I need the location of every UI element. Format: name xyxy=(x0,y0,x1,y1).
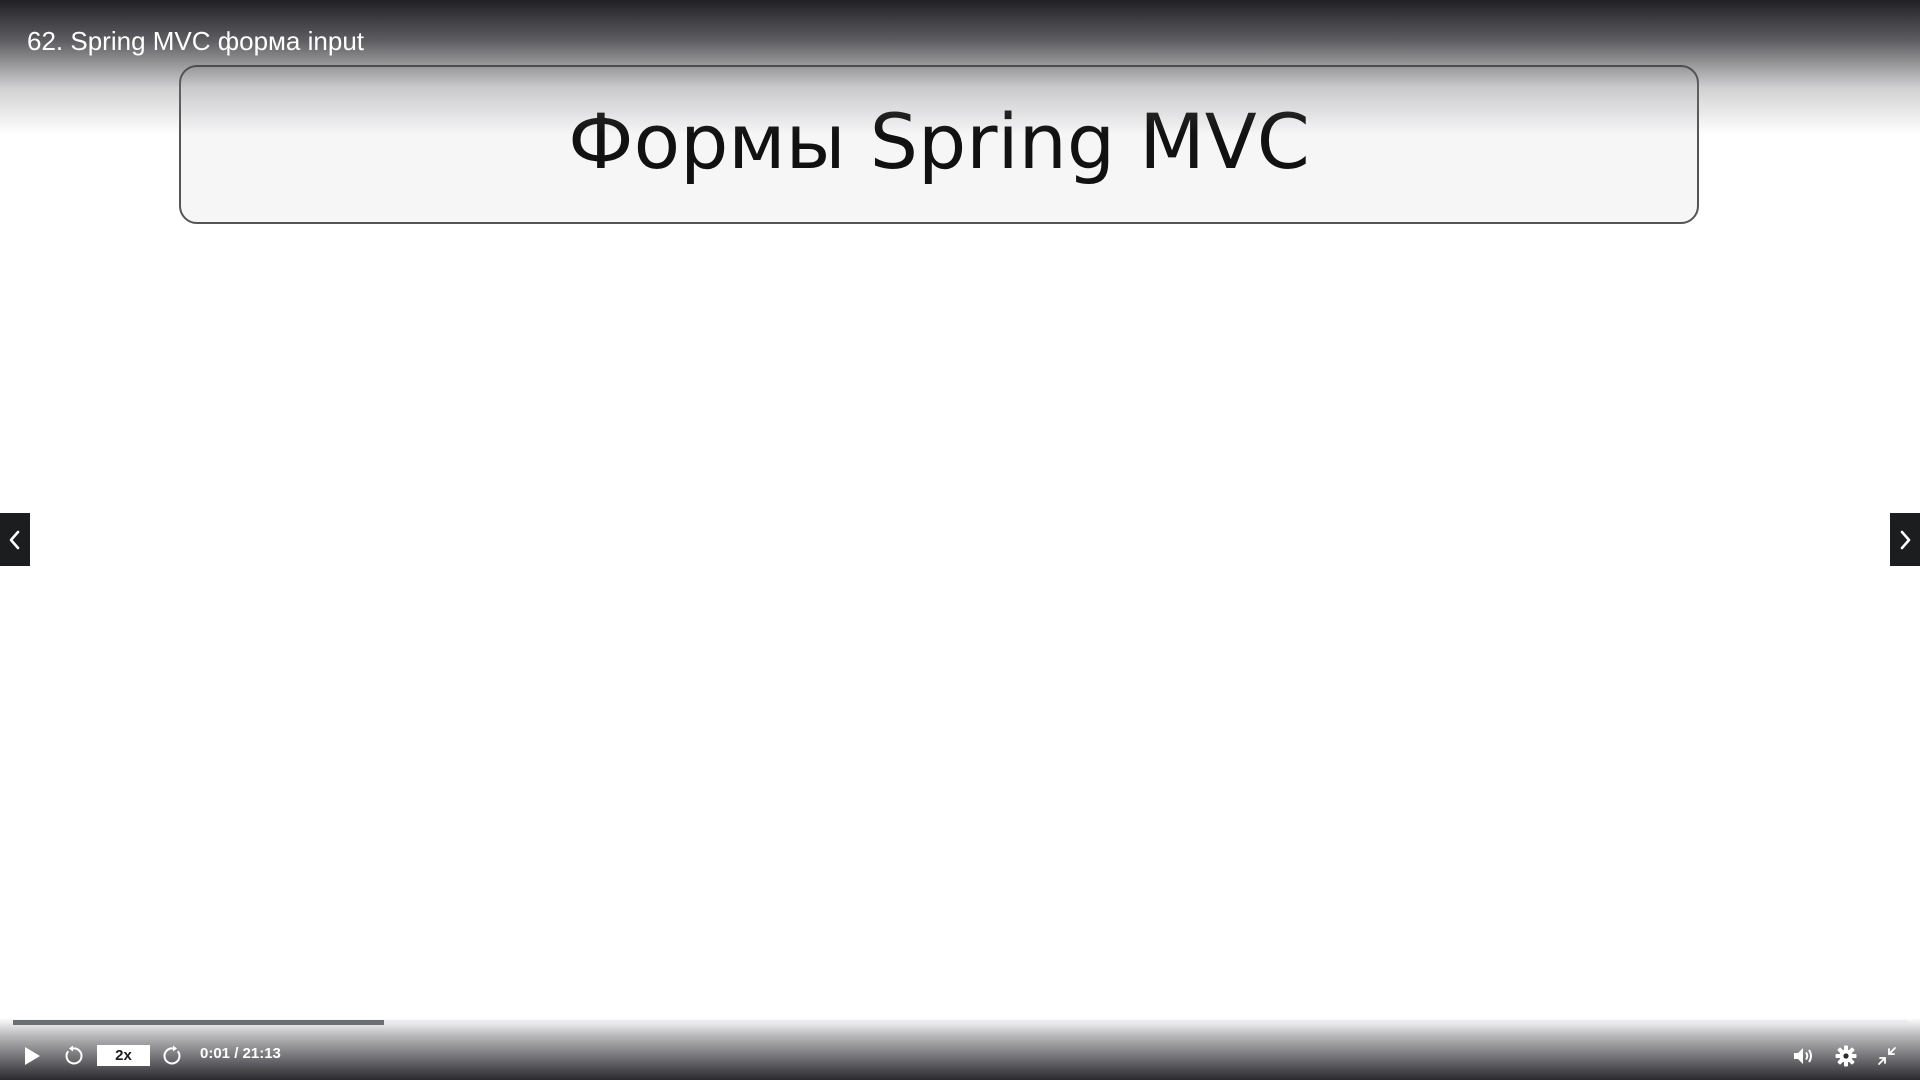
chevron-left-icon xyxy=(9,530,20,549)
next-lecture-button[interactable] xyxy=(1890,513,1920,566)
chevron-right-icon xyxy=(1900,530,1911,549)
volume-button[interactable] xyxy=(1790,1042,1818,1070)
slide-title-box: Формы Spring MVC xyxy=(179,65,1699,224)
exit-fullscreen-button[interactable] xyxy=(1873,1042,1901,1070)
forward-button[interactable] xyxy=(159,1042,187,1070)
gear-icon xyxy=(1835,1045,1857,1067)
forward-icon xyxy=(163,1045,181,1065)
play-icon xyxy=(25,1047,40,1065)
video-title: 62. Spring MVC форма input xyxy=(27,26,364,56)
time-display: 0:01 / 21:13 xyxy=(200,1045,281,1062)
control-bar: 2x 0:01 / 21:13 xyxy=(0,1036,1920,1072)
slide-title: Формы Spring MVC xyxy=(568,97,1310,186)
progress-fill xyxy=(13,1020,385,1025)
progress-bar[interactable] xyxy=(13,1020,1907,1025)
playback-speed-button[interactable]: 2x xyxy=(97,1045,150,1066)
video-player[interactable]: Формы Spring MVC 62. Spring MVC форма in… xyxy=(0,0,1920,1080)
rewind-icon xyxy=(65,1045,83,1065)
volume-icon xyxy=(1794,1048,1812,1064)
previous-lecture-button[interactable] xyxy=(0,513,30,566)
play-button[interactable] xyxy=(18,1042,46,1070)
exit-fullscreen-icon xyxy=(1878,1047,1896,1065)
settings-button[interactable] xyxy=(1832,1042,1860,1070)
rewind-button[interactable] xyxy=(59,1042,87,1070)
